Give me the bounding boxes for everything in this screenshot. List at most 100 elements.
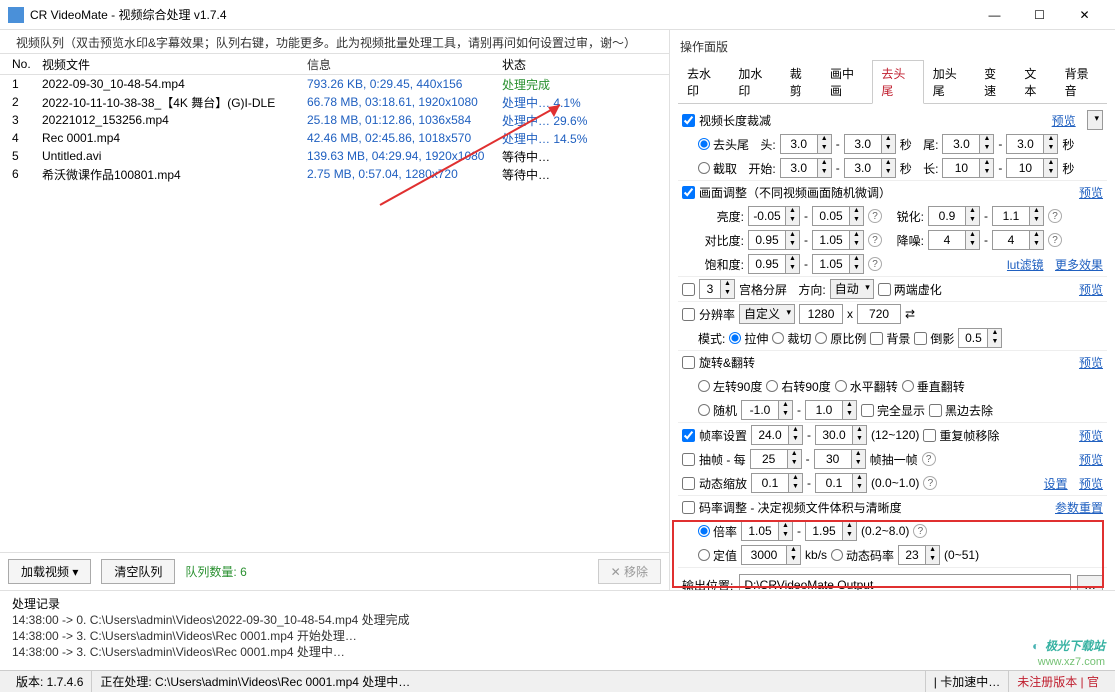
res-h[interactable]: [857, 304, 901, 324]
help-icon[interactable]: ?: [868, 209, 882, 223]
trim-check[interactable]: [682, 114, 695, 127]
contrast-from[interactable]: ▲▼: [748, 230, 800, 250]
rand-from[interactable]: ▲▼: [741, 400, 793, 420]
fps-check[interactable]: [682, 429, 695, 442]
adjust-preview[interactable]: 预览: [1079, 184, 1103, 201]
dyn-val[interactable]: ▲▼: [898, 545, 940, 565]
grid-num[interactable]: ▲▼: [699, 279, 735, 299]
rotate-check[interactable]: [682, 356, 695, 369]
col-status[interactable]: 状态: [498, 54, 648, 75]
full-check[interactable]: [861, 404, 874, 417]
minimize-button[interactable]: —: [972, 0, 1017, 30]
tab-1[interactable]: 加水印: [729, 60, 780, 104]
len-from[interactable]: ▲▼: [942, 158, 994, 178]
help-icon[interactable]: ?: [923, 476, 937, 490]
rand-to[interactable]: ▲▼: [805, 400, 857, 420]
zoom-from[interactable]: ▲▼: [751, 473, 803, 493]
tab-4[interactable]: 去头尾: [872, 60, 923, 104]
rot-hflip[interactable]: [835, 380, 847, 392]
trim-headtail-radio[interactable]: [698, 138, 710, 150]
table-row[interactable]: 12022-09-30_10-48-54.mp4793.26 KB, 0:29.…: [0, 75, 669, 93]
head-to[interactable]: ▲▼: [844, 134, 896, 154]
flip-val[interactable]: ▲▼: [958, 328, 1002, 348]
bright-to[interactable]: ▲▼: [812, 206, 864, 226]
clear-queue-button[interactable]: 清空队列: [101, 559, 175, 584]
rot-rand[interactable]: [698, 404, 710, 416]
tail-to[interactable]: ▲▼: [1006, 134, 1058, 154]
tab-5[interactable]: 加头尾: [924, 60, 975, 104]
col-no[interactable]: No.: [8, 55, 38, 73]
zoom-to[interactable]: ▲▼: [815, 473, 867, 493]
res-w[interactable]: [799, 304, 843, 324]
output-path[interactable]: [739, 574, 1071, 590]
table-row[interactable]: 6希沃微课作品100801.mp42.75 MB, 0:57.04, 1280x…: [0, 165, 669, 183]
empty-check[interactable]: [878, 283, 891, 296]
contrast-to[interactable]: ▲▼: [812, 230, 864, 250]
rate-fixed[interactable]: [698, 549, 710, 561]
start-from[interactable]: ▲▼: [780, 158, 832, 178]
dir-select[interactable]: 自动: [830, 279, 874, 299]
fps-from[interactable]: ▲▼: [751, 425, 803, 445]
mode-crop[interactable]: [772, 332, 784, 344]
rate-check[interactable]: [682, 501, 695, 514]
flip-check[interactable]: [914, 332, 927, 345]
table-row[interactable]: 5Untitled.avi139.63 MB, 04:29.94, 1920x1…: [0, 147, 669, 165]
browse-button[interactable]: …: [1077, 575, 1103, 590]
rotate-preview[interactable]: 预览: [1079, 354, 1103, 371]
black-check[interactable]: [929, 404, 942, 417]
remove-button[interactable]: ✕ 移除: [598, 559, 661, 584]
sharp-from[interactable]: ▲▼: [928, 206, 980, 226]
sat-to[interactable]: ▲▼: [812, 254, 864, 274]
tail-from[interactable]: ▲▼: [942, 134, 994, 154]
lut-link[interactable]: lut滤镜: [1007, 256, 1044, 273]
close-button[interactable]: ✕: [1062, 0, 1107, 30]
frame-from[interactable]: ▲▼: [750, 449, 802, 469]
noise-to[interactable]: ▲▼: [992, 230, 1044, 250]
grid-check[interactable]: [682, 283, 695, 296]
sat-from[interactable]: ▲▼: [748, 254, 800, 274]
tab-2[interactable]: 裁剪: [781, 60, 821, 104]
video-list[interactable]: No. 视频文件 信息 状态 12022-09-30_10-48-54.mp47…: [0, 53, 669, 552]
tab-8[interactable]: 背景音: [1056, 60, 1107, 104]
start-to[interactable]: ▲▼: [844, 158, 896, 178]
help-icon[interactable]: ?: [913, 524, 927, 538]
load-video-button[interactable]: 加载视频 ▾: [8, 559, 91, 584]
zoom-check[interactable]: [682, 477, 695, 490]
more-effects-link[interactable]: 更多效果: [1055, 256, 1103, 273]
help-icon[interactable]: ?: [868, 233, 882, 247]
tab-7[interactable]: 文本: [1015, 60, 1055, 104]
col-info[interactable]: 信息: [303, 54, 498, 75]
frame-to[interactable]: ▲▼: [814, 449, 866, 469]
dup-check[interactable]: [923, 429, 936, 442]
zoom-set[interactable]: 设置: [1044, 475, 1068, 492]
fps-to[interactable]: ▲▼: [815, 425, 867, 445]
frame-preview[interactable]: 预览: [1079, 451, 1103, 468]
help-icon[interactable]: ?: [1048, 209, 1062, 223]
col-file[interactable]: 视频文件: [38, 54, 303, 75]
rate-reset[interactable]: 参数重置: [1055, 499, 1103, 516]
rate-mul[interactable]: [698, 525, 710, 537]
help-icon[interactable]: ?: [868, 257, 882, 271]
tab-6[interactable]: 变速: [975, 60, 1015, 104]
grid-preview[interactable]: 预览: [1079, 281, 1103, 298]
mul-to[interactable]: ▲▼: [805, 521, 857, 541]
table-row[interactable]: 4Rec 0001.mp442.46 MB, 02:45.86, 1018x57…: [0, 129, 669, 147]
tab-3[interactable]: 画中画: [821, 60, 872, 104]
help-icon[interactable]: ?: [1048, 233, 1062, 247]
bg-check[interactable]: [870, 332, 883, 345]
trim-opts[interactable]: [1087, 110, 1103, 130]
res-select[interactable]: 自定义: [739, 304, 795, 324]
tab-0[interactable]: 去水印: [678, 60, 729, 104]
rot-r90[interactable]: [766, 380, 778, 392]
maximize-button[interactable]: ☐: [1017, 0, 1062, 30]
frame-check[interactable]: [682, 453, 695, 466]
fixed-val[interactable]: ▲▼: [741, 545, 801, 565]
swap-icon[interactable]: ⇄: [905, 307, 915, 321]
mode-aspect[interactable]: [815, 332, 827, 344]
rot-l90[interactable]: [698, 380, 710, 392]
noise-from[interactable]: ▲▼: [928, 230, 980, 250]
bright-from[interactable]: ▲▼: [748, 206, 800, 226]
sharp-to[interactable]: ▲▼: [992, 206, 1044, 226]
table-row[interactable]: 22022-10-11-10-38-38_【4K 舞台】(G)I-DLE66.7…: [0, 93, 669, 111]
table-row[interactable]: 320221012_153256.mp425.18 MB, 01:12.86, …: [0, 111, 669, 129]
